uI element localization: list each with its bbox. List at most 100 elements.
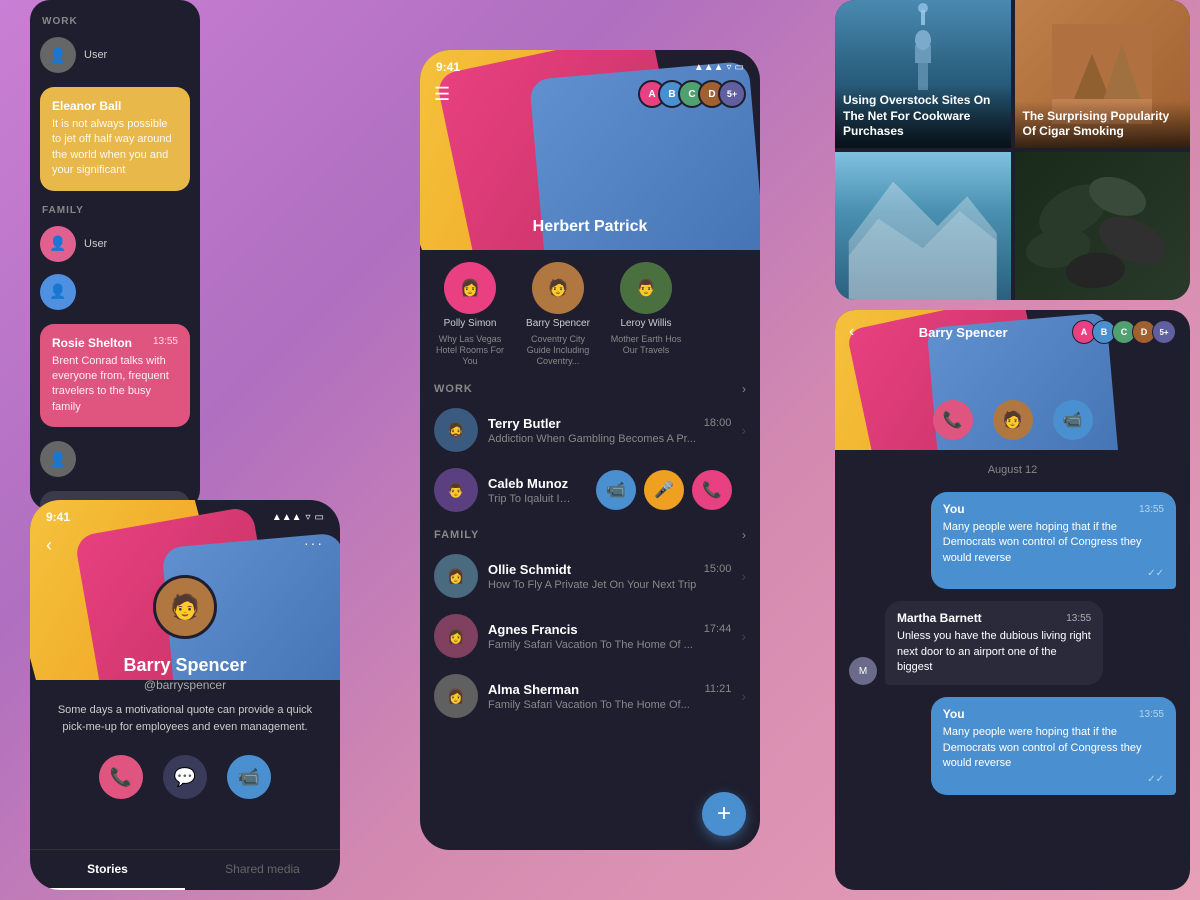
- chat-bubble-sent-1: You 13:55 Many people were hoping that i…: [849, 492, 1176, 589]
- work-chat-item-1[interactable]: 👤 User: [30, 31, 200, 79]
- msg-info-agnes: Agnes Francis 17:44 Family Safari Vacati…: [488, 622, 731, 651]
- story-name-polly: Polly Simon: [444, 318, 497, 330]
- profile-time: 9:41: [46, 510, 70, 524]
- battery-icon: ▭: [315, 512, 324, 523]
- story-avatar-barry: 🧑: [532, 262, 584, 314]
- msg-row-caleb[interactable]: 👨 Caleb Munoz Trip To Iqaluit In Nu... 📹…: [420, 460, 760, 520]
- story-subtitle-barry: Coventry City Guide Including Coventry..…: [518, 334, 598, 366]
- bubble-header-martha: Martha Barnett 13:55: [897, 611, 1091, 625]
- msg-row-ollie[interactable]: 👩 Ollie Schmidt 15:00 How To Fly A Priva…: [420, 546, 760, 606]
- main-messaging-panel: 9:41 ▲▲▲ ▿ ▭ ☰ A B C D 5+ Herbert Patric…: [420, 50, 760, 850]
- story-avatar-polly: 👩: [444, 262, 496, 314]
- msg-row-agnes[interactable]: 👩 Agnes Francis 17:44 Family Safari Vaca…: [420, 606, 760, 666]
- news-card-leaves[interactable]: [1015, 152, 1191, 300]
- bubble-sender-sent-2: You: [943, 707, 965, 721]
- msg-row-alma[interactable]: 👩 Alma Sherman 11:21 Family Safari Vacat…: [420, 666, 760, 726]
- chat-video-button[interactable]: 📹: [1053, 400, 1093, 440]
- message-button[interactable]: 💬: [163, 755, 207, 799]
- fab-compose-button[interactable]: +: [702, 792, 746, 836]
- chat-profile-avatar: 🧑: [993, 400, 1033, 440]
- news-img-ice: [835, 152, 1011, 300]
- wifi-icon: ▿: [306, 512, 311, 523]
- notif-time-rosie: 13:55: [153, 336, 178, 347]
- msg-top-ollie: Ollie Schmidt 15:00: [488, 562, 731, 577]
- news-card-ice[interactable]: [835, 152, 1011, 300]
- video-button[interactable]: 📹: [227, 755, 271, 799]
- family-section-arrow[interactable]: ›: [742, 528, 746, 542]
- msg-name-caleb: Caleb Munoz: [488, 476, 568, 491]
- news-card-cookware[interactable]: Using Overstock Sites On The Net For Coo…: [835, 0, 1011, 148]
- notif-card-eleanor[interactable]: Eleanor Ball It is not always possible t…: [40, 87, 190, 191]
- main-time: 9:41: [436, 60, 460, 74]
- avatar-group: A B C D 5+: [638, 80, 746, 108]
- profile-tabs: Stories Shared media: [30, 849, 340, 890]
- family-section-label-main: FAMILY: [434, 529, 479, 541]
- profile-nav: ‹ ···: [30, 535, 340, 556]
- bubble-sent-2: You 13:55 Many people were hoping that i…: [931, 697, 1176, 794]
- bubble-text-sent-2: Many people were hoping that if the Demo…: [943, 725, 1164, 771]
- msg-info-terry: Terry Butler 18:00 Addiction When Gambli…: [488, 416, 731, 445]
- host-name: Herbert Patrick: [420, 218, 760, 236]
- avatar-terry: 🧔: [434, 408, 478, 452]
- news-overlay-cigar: The Surprising Popularity Of Cigar Smoki…: [1015, 101, 1191, 148]
- msg-arrow-agnes: ›: [741, 628, 746, 644]
- family-chat-item-1[interactable]: 👤 User: [30, 220, 200, 268]
- avatar-work-1: 👤: [40, 37, 76, 73]
- chat-call-button[interactable]: 📞: [933, 400, 973, 440]
- bubble-text-martha: Unless you have the dubious living right…: [897, 629, 1091, 675]
- avatar-family-2: 👤: [40, 274, 76, 310]
- chat-back-button[interactable]: ‹: [849, 323, 854, 341]
- tab-stories[interactable]: Stories: [30, 850, 185, 890]
- tab-shared-media[interactable]: Shared media: [185, 850, 340, 890]
- bubble-ticks-sent-1: ✓✓: [943, 568, 1164, 579]
- chat-header: ‹ Barry Spencer A B C D 5+ 📞 🧑 📹: [835, 310, 1190, 450]
- profile-name: Barry Spencer: [50, 655, 320, 676]
- msg-time-alma: 11:21: [705, 683, 732, 695]
- family-chat-name-1: User: [84, 238, 107, 250]
- caleb-mic-btn[interactable]: 🎤: [644, 470, 684, 510]
- news-title-cigar: The Surprising Popularity Of Cigar Smoki…: [1023, 109, 1183, 140]
- main-signal-icons: ▲▲▲ ▿ ▭: [694, 60, 744, 74]
- avatar-alma: 👩: [434, 674, 478, 718]
- chat-conversation-panel: ‹ Barry Spencer A B C D 5+ 📞 🧑 📹 August …: [835, 310, 1190, 890]
- msg-preview-caleb: Trip To Iqaluit In Nu...: [488, 493, 572, 505]
- story-subtitle-leroy: Mother Earth Hos Our Travels: [606, 334, 686, 356]
- news-card-cigar[interactable]: The Surprising Popularity Of Cigar Smoki…: [1015, 0, 1191, 148]
- chat-date: August 12: [849, 464, 1176, 476]
- bubble-sender-martha: Martha Barnett: [897, 611, 982, 625]
- work-section-row: WORK ›: [420, 374, 760, 400]
- more-button[interactable]: ···: [304, 535, 324, 556]
- msg-preview-alma: Family Safari Vacation To The Home Of...: [488, 699, 731, 711]
- profile-panel: 9:41 ▲▲▲ ▿ ▭ ‹ ··· 🧑 Barry Spencer @barr…: [30, 500, 340, 890]
- profile-content: Barry Spencer @barryspencer Some days a …: [30, 655, 340, 819]
- story-leroy[interactable]: 👨 Leroy Willis Mother Earth Hos Our Trav…: [606, 262, 686, 366]
- menu-button[interactable]: ☰: [434, 84, 450, 105]
- profile-actions: 📞 💬 📹: [50, 755, 320, 799]
- caleb-call-btn[interactable]: 📞: [692, 470, 732, 510]
- story-barry[interactable]: 🧑 Barry Spencer Coventry City Guide Incl…: [518, 262, 598, 366]
- family-chat-item-3[interactable]: 👤: [30, 435, 200, 483]
- chat-nav: ‹ Barry Spencer A B C D 5+: [835, 320, 1190, 344]
- story-subtitle-polly: Why Las Vegas Hotel Rooms For You: [430, 334, 510, 366]
- family-section-label: FAMILY: [30, 199, 200, 220]
- msg-time-ollie: 15:00: [704, 563, 732, 575]
- work-section-arrow[interactable]: ›: [742, 382, 746, 396]
- notif-card-rosie[interactable]: Rosie Shelton 13:55 Brent Conrad talks w…: [40, 324, 190, 428]
- profile-signal-icons: ▲▲▲ ▿ ▭: [272, 510, 324, 524]
- profile-bio: Some days a motivational quote can provi…: [50, 702, 320, 735]
- back-button[interactable]: ‹: [46, 535, 52, 556]
- story-polly[interactable]: 👩 Polly Simon Why Las Vegas Hotel Rooms …: [430, 262, 510, 366]
- family-chat-item-2[interactable]: 👤: [30, 268, 200, 316]
- caleb-video-btn[interactable]: 📹: [596, 470, 636, 510]
- bubble-time-sent-2: 13:55: [1139, 709, 1164, 720]
- stories-row: 👩 Polly Simon Why Las Vegas Hotel Rooms …: [420, 250, 760, 374]
- msg-row-terry[interactable]: 🧔 Terry Butler 18:00 Addiction When Gamb…: [420, 400, 760, 460]
- bubble-ticks-sent-2: ✓✓: [943, 774, 1164, 785]
- avatar-ollie: 👩: [434, 554, 478, 598]
- profile-avatar: 🧑: [153, 575, 217, 639]
- story-avatar-leroy: 👨: [620, 262, 672, 314]
- bubble-recv-martha: Martha Barnett 13:55 Unless you have the…: [885, 601, 1103, 685]
- avatar-group-more: 5+: [718, 80, 746, 108]
- call-button[interactable]: 📞: [99, 755, 143, 799]
- msg-top-agnes: Agnes Francis 17:44: [488, 622, 731, 637]
